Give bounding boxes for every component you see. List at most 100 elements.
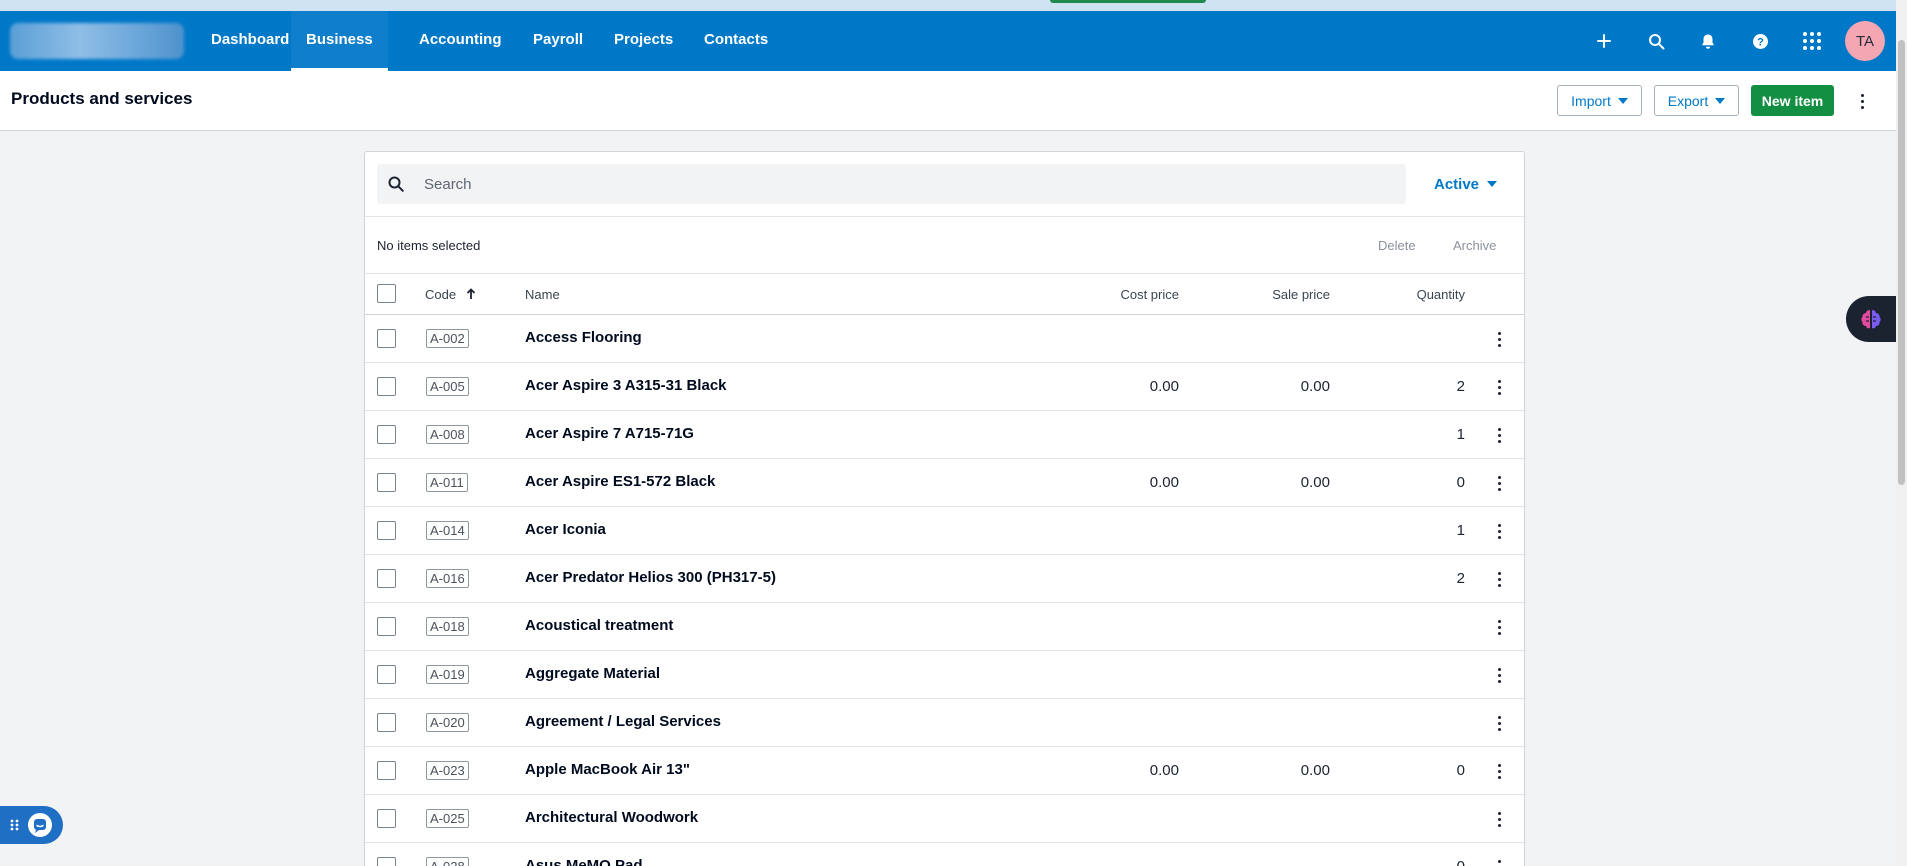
- help-icon[interactable]: ?: [1748, 29, 1772, 53]
- table-row[interactable]: A-008 Acer Aspire 7 A715-71G 1: [365, 411, 1524, 459]
- delete-button[interactable]: Delete: [1378, 238, 1416, 253]
- row-more-options-icon[interactable]: [1491, 809, 1507, 829]
- row-more-options-icon[interactable]: [1491, 329, 1507, 349]
- row-checkbox[interactable]: [377, 761, 396, 780]
- item-name[interactable]: Acer Predator Helios 300 (PH317-5): [525, 569, 776, 586]
- row-checkbox[interactable]: [377, 569, 396, 588]
- table-row[interactable]: A-023 Apple MacBook Air 13" 0.00 0.00 0: [365, 747, 1524, 795]
- assistant-launcher[interactable]: [1846, 296, 1896, 342]
- item-cost-price: 0.00: [1149, 762, 1179, 779]
- table-row[interactable]: A-028 Asus MeMO Pad 0: [365, 843, 1524, 866]
- page-header: Products and services Import Export New …: [0, 71, 1896, 131]
- row-checkbox[interactable]: [377, 809, 396, 828]
- nav-dashboard[interactable]: Dashboard: [211, 11, 289, 71]
- brain-icon: [1861, 310, 1881, 329]
- select-all-checkbox[interactable]: [377, 284, 396, 303]
- item-code-badge: A-025: [426, 809, 469, 828]
- row-checkbox[interactable]: [377, 665, 396, 684]
- nav-accounting[interactable]: Accounting: [419, 11, 502, 71]
- nav-business[interactable]: Business: [291, 11, 388, 71]
- column-sale-price[interactable]: Sale price: [1272, 287, 1330, 302]
- item-name[interactable]: Acer Aspire 7 A715-71G: [525, 425, 694, 442]
- scrollbar-thumb[interactable]: [1898, 40, 1905, 485]
- item-name[interactable]: Asus MeMO Pad: [525, 857, 643, 866]
- item-name[interactable]: Acer Aspire 3 A315-31 Black: [525, 377, 727, 394]
- row-more-options-icon[interactable]: [1491, 713, 1507, 733]
- row-more-options-icon[interactable]: [1491, 665, 1507, 685]
- more-options-icon[interactable]: [1854, 90, 1870, 112]
- bell-icon[interactable]: [1696, 29, 1720, 53]
- item-quantity: 2: [1456, 570, 1465, 587]
- top-indicator: [1050, 0, 1206, 3]
- table-row[interactable]: A-018 Acoustical treatment: [365, 603, 1524, 651]
- import-button[interactable]: Import: [1557, 85, 1642, 116]
- table-row[interactable]: A-016 Acer Predator Helios 300 (PH317-5) 2: [365, 555, 1524, 603]
- apps-grid-icon[interactable]: [1800, 29, 1824, 53]
- item-name[interactable]: Acoustical treatment: [525, 617, 673, 634]
- row-more-options-icon[interactable]: [1491, 569, 1507, 589]
- column-code-label: Code: [425, 287, 457, 302]
- row-checkbox[interactable]: [377, 857, 396, 866]
- row-checkbox[interactable]: [377, 713, 396, 732]
- item-quantity: 0: [1456, 474, 1465, 491]
- row-more-options-icon[interactable]: [1491, 473, 1507, 493]
- item-name[interactable]: Acer Aspire ES1-572 Black: [525, 473, 715, 490]
- column-quantity[interactable]: Quantity: [1417, 287, 1465, 302]
- products-panel: Active No items selected Delete Archive …: [364, 151, 1525, 866]
- search-icon[interactable]: [1644, 29, 1668, 53]
- plus-icon[interactable]: [1592, 29, 1616, 53]
- item-code-badge: A-018: [426, 617, 469, 636]
- table-row[interactable]: A-025 Architectural Woodwork: [365, 795, 1524, 843]
- search-input[interactable]: [424, 164, 1384, 204]
- item-name[interactable]: Access Flooring: [525, 329, 642, 346]
- column-code[interactable]: Code: [425, 287, 476, 302]
- export-button[interactable]: Export: [1654, 85, 1739, 116]
- item-code-badge: A-014: [426, 521, 469, 540]
- row-checkbox[interactable]: [377, 425, 396, 444]
- row-checkbox[interactable]: [377, 377, 396, 396]
- drag-handle-icon: [10, 819, 19, 831]
- table-row[interactable]: A-002 Access Flooring: [365, 315, 1524, 363]
- row-more-options-icon[interactable]: [1491, 857, 1507, 866]
- page-scrollbar[interactable]: [1896, 0, 1907, 866]
- item-code-badge: A-011: [426, 473, 468, 492]
- table-row[interactable]: A-005 Acer Aspire 3 A315-31 Black 0.00 0.00…: [365, 363, 1524, 411]
- row-more-options-icon[interactable]: [1491, 761, 1507, 781]
- table-row[interactable]: A-011 Acer Aspire ES1-572 Black 0.00 0.00 0: [365, 459, 1524, 507]
- selection-bar: No items selected Delete Archive: [365, 216, 1524, 274]
- nav-contacts[interactable]: Contacts: [704, 11, 768, 71]
- row-more-options-icon[interactable]: [1491, 377, 1507, 397]
- row-more-options-icon[interactable]: [1491, 425, 1507, 445]
- item-sale-price: 0.00: [1300, 474, 1330, 491]
- table-row[interactable]: A-014 Acer Iconia 1: [365, 507, 1524, 555]
- table-row[interactable]: A-019 Aggregate Material: [365, 651, 1524, 699]
- row-more-options-icon[interactable]: [1491, 617, 1507, 637]
- item-sale-price: 0.00: [1300, 762, 1330, 779]
- chevron-down-icon: [1715, 97, 1726, 104]
- row-checkbox[interactable]: [377, 473, 396, 492]
- row-checkbox[interactable]: [377, 521, 396, 540]
- new-item-button[interactable]: New item: [1751, 85, 1834, 116]
- nav-projects[interactable]: Projects: [614, 11, 673, 71]
- item-name[interactable]: Architectural Woodwork: [525, 809, 698, 826]
- help-chat-launcher[interactable]: [0, 806, 63, 844]
- column-cost-price[interactable]: Cost price: [1120, 287, 1179, 302]
- svg-text:?: ?: [1757, 36, 1764, 48]
- item-name[interactable]: Agreement / Legal Services: [525, 713, 721, 730]
- row-checkbox[interactable]: [377, 329, 396, 348]
- organisation-logo[interactable]: [10, 23, 184, 59]
- item-name[interactable]: Apple MacBook Air 13": [525, 761, 690, 778]
- item-name[interactable]: Aggregate Material: [525, 665, 660, 682]
- column-name[interactable]: Name: [525, 287, 560, 302]
- item-name[interactable]: Acer Iconia: [525, 521, 606, 538]
- nav-payroll[interactable]: Payroll: [533, 11, 583, 71]
- user-avatar[interactable]: TA: [1845, 21, 1885, 61]
- status-filter-dropdown[interactable]: Active: [1434, 172, 1498, 196]
- page-title: Products and services: [11, 89, 193, 108]
- table-row[interactable]: A-020 Agreement / Legal Services: [365, 699, 1524, 747]
- row-checkbox[interactable]: [377, 617, 396, 636]
- item-sale-price: 0.00: [1300, 378, 1330, 395]
- item-code-badge: A-023: [426, 761, 469, 780]
- archive-button[interactable]: Archive: [1453, 238, 1496, 253]
- row-more-options-icon[interactable]: [1491, 521, 1507, 541]
